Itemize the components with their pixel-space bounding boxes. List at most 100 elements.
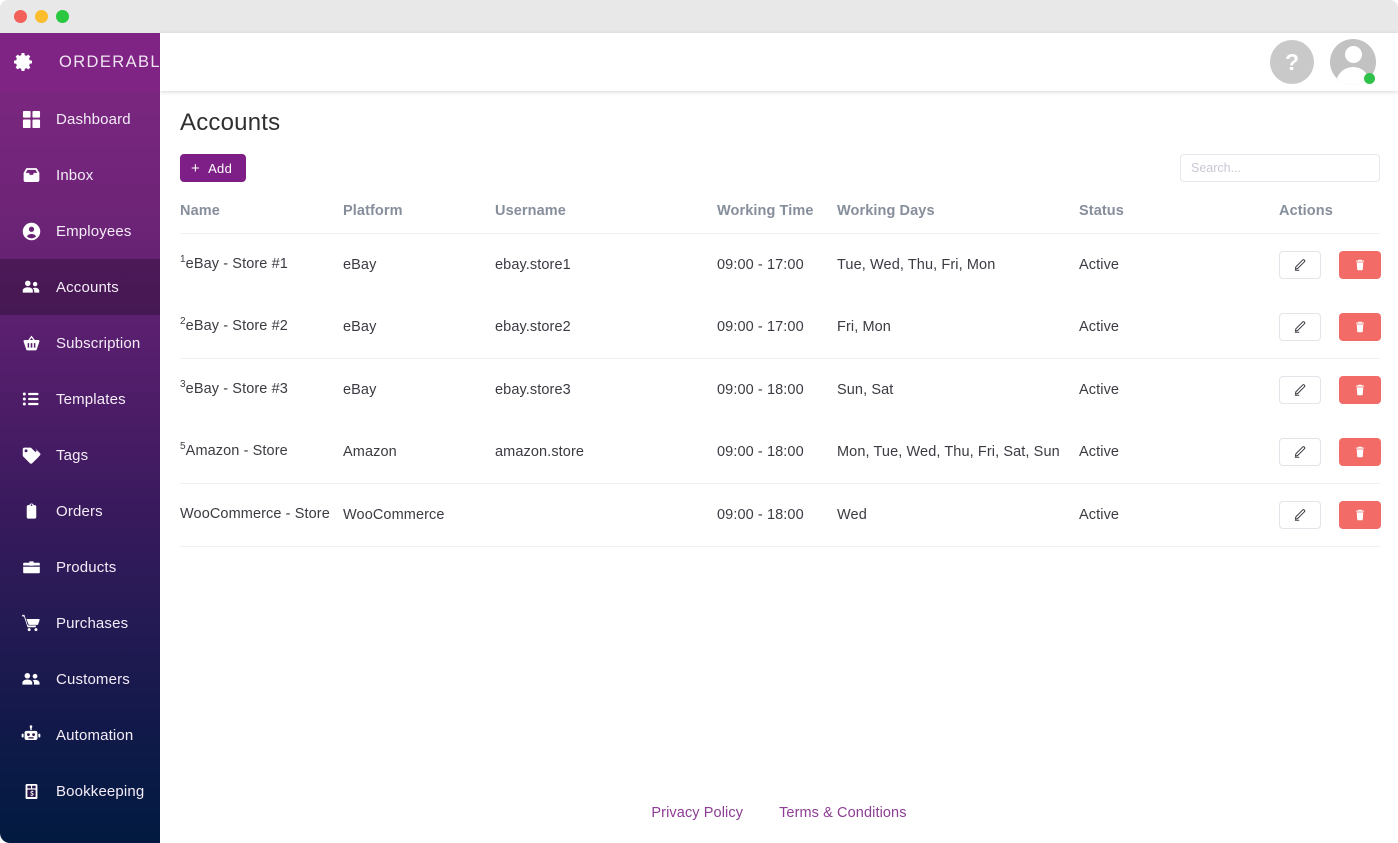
add-button[interactable]: + Add — [180, 154, 247, 182]
help-button[interactable]: ? — [1270, 40, 1314, 84]
cell-username: ebay.store1 — [495, 257, 571, 273]
sidebar-item-accounts[interactable]: Accounts — [0, 259, 160, 315]
footer: Privacy Policy Terms & Conditions — [160, 783, 1398, 843]
cell-status: Active — [1079, 319, 1120, 335]
cart-icon — [19, 611, 43, 635]
column-header-working-days[interactable]: Working Days — [837, 203, 1079, 234]
sidebar-item-label: Accounts — [56, 278, 119, 296]
cell-name: 1eBay - Store #1 — [180, 234, 343, 297]
user-avatar-button[interactable] — [1330, 39, 1376, 85]
cell-name: 3eBay - Store #3 — [180, 359, 343, 422]
sidebar-item-label: Employees — [56, 222, 132, 240]
people-icon — [19, 667, 43, 691]
column-header-platform[interactable]: Platform — [343, 203, 495, 234]
toolbar: + Add — [180, 154, 1380, 182]
column-header-name[interactable]: Name — [180, 203, 343, 234]
cell-working-time: 09:00 - 18:00 — [717, 382, 804, 398]
table-header: Name Platform Username Working Time Work… — [180, 203, 1380, 234]
sidebar-item-products[interactable]: Products — [0, 539, 160, 595]
cell-username: amazon.store — [495, 444, 585, 460]
sidebar-item-inbox[interactable]: Inbox — [0, 147, 160, 203]
search-input[interactable] — [1180, 154, 1380, 182]
main-content: Accounts + Add Name Platform Username Wo… — [160, 91, 1398, 843]
table-body: 1eBay - Store #1 eBay ebay.store1 09:00 … — [180, 234, 1382, 547]
ledger-icon — [19, 779, 43, 803]
gear-icon — [11, 49, 35, 75]
trash-icon — [1356, 259, 1365, 271]
edit-button[interactable] — [1279, 313, 1321, 341]
cell-actions — [1279, 484, 1382, 547]
delete-button[interactable] — [1339, 376, 1382, 404]
sidebar-item-label: Customers — [56, 670, 130, 688]
question-mark-icon: ? — [1284, 48, 1300, 75]
avatar-head — [1344, 46, 1362, 63]
table-row[interactable]: 1eBay - Store #1 eBay ebay.store1 09:00 … — [180, 234, 1382, 297]
account-name: eBay - Store #3 — [185, 381, 288, 398]
sidebar-item-label: Automation — [56, 726, 134, 744]
cell-actions — [1279, 421, 1382, 484]
grid-icon — [19, 107, 43, 131]
column-header-working-time[interactable]: Working Time — [717, 203, 837, 234]
account-name: eBay - Store #2 — [185, 318, 288, 335]
window-close-button[interactable] — [14, 10, 27, 23]
sidebar-item-dashboard[interactable]: Dashboard — [0, 91, 160, 147]
column-header-status[interactable]: Status — [1079, 203, 1279, 234]
sidebar-item-label: Products — [56, 558, 117, 576]
sidebar-item-label: Tags — [56, 446, 89, 464]
sidebar-item-tags[interactable]: Tags — [0, 427, 160, 483]
sidebar-item-customers[interactable]: Customers — [0, 651, 160, 707]
cell-status: Active — [1079, 382, 1120, 398]
window-titlebar — [0, 0, 1398, 33]
edit-button[interactable] — [1279, 501, 1321, 529]
sidebar-item-orders[interactable]: Orders — [0, 483, 160, 539]
cell-status: Active — [1079, 507, 1120, 523]
delete-button[interactable] — [1339, 438, 1382, 466]
sidebar-item-templates[interactable]: Templates — [0, 371, 160, 427]
status-badge — [1364, 73, 1375, 84]
table-row[interactable]: 3eBay - Store #3 eBay ebay.store3 09:00 … — [180, 359, 1382, 422]
cell-platform: eBay — [343, 257, 377, 273]
table-row[interactable]: 5Amazon - Store Amazon amazon.store 09:0… — [180, 421, 1382, 484]
users-icon — [19, 275, 43, 299]
cell-working-days: Sun, Sat — [837, 382, 894, 398]
robot-icon — [19, 723, 43, 747]
add-button-label: Add — [208, 160, 233, 176]
cell-username — [495, 484, 717, 547]
delete-button[interactable] — [1339, 251, 1382, 279]
clipboard-icon — [19, 499, 43, 523]
cell-platform: Amazon — [343, 444, 397, 460]
brand-logo[interactable]: ORDERABLY — [0, 33, 160, 91]
sidebar-item-bookkeeping[interactable]: Bookkeeping — [0, 763, 160, 819]
table-row[interactable]: 2eBay - Store #2 eBay ebay.store2 09:00 … — [180, 296, 1382, 359]
tag-icon — [19, 443, 43, 467]
sidebar-item-employees[interactable]: Employees — [0, 203, 160, 259]
sidebar: ORDERABLY Dashboard Inbox — [0, 33, 160, 843]
edit-button[interactable] — [1279, 438, 1321, 466]
sidebar-item-subscription[interactable]: Subscription — [0, 315, 160, 371]
delete-button[interactable] — [1339, 501, 1382, 529]
window-maximize-button[interactable] — [56, 10, 69, 23]
terms-conditions-link[interactable]: Terms & Conditions — [779, 805, 907, 821]
inbox-icon — [19, 163, 43, 187]
cell-actions — [1279, 359, 1382, 422]
cell-name: WooCommerce - Store — [180, 484, 343, 547]
window-minimize-button[interactable] — [35, 10, 48, 23]
trash-icon — [1356, 384, 1365, 396]
column-header-username[interactable]: Username — [495, 203, 717, 234]
sidebar-item-purchases[interactable]: Purchases — [0, 595, 160, 651]
delete-button[interactable] — [1339, 313, 1382, 341]
brand-name: ORDERABLY — [59, 52, 160, 71]
cell-username: ebay.store2 — [495, 319, 571, 335]
edit-button[interactable] — [1279, 376, 1321, 404]
table-row[interactable]: WooCommerce - Store WooCommerce 09:00 - … — [180, 484, 1382, 547]
list-icon — [19, 387, 43, 411]
sidebar-item-label: Subscription — [56, 334, 141, 352]
trash-icon — [1356, 509, 1365, 521]
cell-working-days: Mon, Tue, Wed, Thu, Fri, Sat, Sun — [837, 444, 1060, 460]
cell-working-days: Tue, Wed, Thu, Fri, Mon — [837, 257, 996, 273]
trash-icon — [1356, 446, 1365, 458]
app-window: ORDERABLY Dashboard Inbox — [0, 0, 1398, 843]
sidebar-item-automation[interactable]: Automation — [0, 707, 160, 763]
privacy-policy-link[interactable]: Privacy Policy — [651, 805, 743, 821]
edit-button[interactable] — [1279, 251, 1321, 279]
